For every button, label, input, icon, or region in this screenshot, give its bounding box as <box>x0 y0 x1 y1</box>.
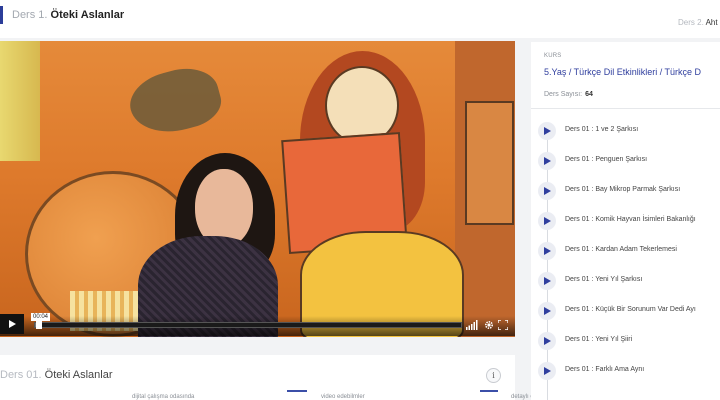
mural-leaf <box>123 60 227 142</box>
video-progress-knob[interactable] <box>36 321 43 329</box>
lesson-play-button[interactable] <box>538 182 556 200</box>
gear-icon <box>484 320 494 330</box>
lesson-play-button[interactable] <box>538 122 556 140</box>
lesson-list-item[interactable]: Ders 01 : Kardan Adam Tekerlemesi <box>538 242 720 260</box>
video-current-time: 00:04 <box>31 313 51 321</box>
lesson-prefix: Ders 01. <box>0 369 42 381</box>
video-progress-bar[interactable] <box>34 321 462 329</box>
lesson-play-button[interactable] <box>538 272 556 290</box>
lesson-list-item-label: Ders 01 : Farklı Ama Aynı <box>565 366 645 373</box>
volume-button[interactable] <box>466 319 478 331</box>
current-lesson-accent <box>0 6 3 24</box>
fullscreen-button[interactable] <box>497 319 509 331</box>
lesson-list-item-label: Ders 01 : Bay Mikrop Parmak Şarkısı <box>565 186 681 193</box>
next-lesson-link[interactable]: Ders 2. Aht <box>678 18 718 27</box>
lesson-title: Öteki Aslanlar <box>44 369 113 381</box>
lesson-list-item[interactable]: Ders 01 : Küçük Bir Sorunum Var Dedi Ayı <box>538 302 720 320</box>
lesson-list-item[interactable]: Ders 01 : Penguen Şarkısı <box>538 152 720 170</box>
current-lesson-title: Öteki Aslanlar <box>50 9 125 21</box>
play-icon <box>9 320 16 328</box>
course-panel-divider <box>531 108 720 109</box>
lesson-list-item-label: Ders 01 : Küçük Bir Sorunum Var Dedi Ayı <box>565 306 696 313</box>
lesson-list-item[interactable]: Ders 01 : Bay Mikrop Parmak Şarkısı <box>538 182 720 200</box>
settings-button[interactable] <box>483 319 495 331</box>
lesson-play-button[interactable] <box>538 362 556 380</box>
play-icon <box>543 157 551 165</box>
play-icon <box>543 127 551 135</box>
lesson-list-item-label: Ders 01 : Kardan Adam Tekerlemesi <box>565 246 677 253</box>
lesson-list-item-label: Ders 01 : 1 ve 2 Şarkısı <box>565 126 639 133</box>
current-lesson-prefix: Ders 1. <box>12 9 48 21</box>
play-icon <box>543 277 551 285</box>
next-lesson-title: Aht <box>705 18 718 27</box>
play-icon <box>543 367 551 375</box>
lesson-heading: Ders 01. Öteki Aslanlar <box>0 369 113 381</box>
mural-window <box>0 41 40 161</box>
tab-underline-solutions <box>480 390 498 392</box>
lesson-list-item[interactable]: Ders 01 : Yeni Yıl Şarkısı <box>538 272 720 290</box>
lesson-list-item-label: Ders 01 : Penguen Şarkısı <box>565 156 648 163</box>
volume-bars-icon <box>466 320 478 330</box>
video-player[interactable] <box>0 41 515 337</box>
lesson-list-item-label: Ders 01 : Yeni Yıl Şarkısı <box>565 276 643 283</box>
lesson-play-button[interactable] <box>538 302 556 320</box>
lesson-list-item[interactable]: Ders 01 : 1 ve 2 Şarkısı <box>538 122 720 140</box>
lesson-track-line <box>547 132 548 400</box>
fullscreen-icon <box>498 320 508 330</box>
lesson-count: Ders Sayısı: 64 <box>544 91 593 98</box>
current-lesson-heading: Ders 1. Öteki Aslanlar <box>12 9 124 21</box>
play-icon <box>543 307 551 315</box>
lesson-list-item-label: Ders 01 : Komik Hayvan İsimleri Bakanlığ… <box>565 216 696 223</box>
tab-underline-video <box>287 390 307 392</box>
lesson-list-item[interactable]: Ders 01 : Farklı Ama Aynı <box>538 362 720 380</box>
play-icon <box>543 337 551 345</box>
lesson-count-label: Ders Sayısı: <box>544 91 583 98</box>
lesson-list-item[interactable]: Ders 01 : Yeni Yıl Şiiri <box>538 332 720 350</box>
lesson-list-item[interactable]: Ders 01 : Komik Hayvan İsimleri Bakanlığ… <box>538 212 720 230</box>
course-label: KURS <box>544 53 562 59</box>
lesson-count-value: 64 <box>585 91 593 98</box>
lesson-play-button[interactable] <box>538 242 556 260</box>
lesson-play-button[interactable] <box>538 212 556 230</box>
video-play-button[interactable] <box>0 314 24 334</box>
mural-letter-block <box>465 101 514 225</box>
info-icon[interactable]: i <box>486 368 501 383</box>
lesson-play-button[interactable] <box>538 152 556 170</box>
play-icon <box>543 247 551 255</box>
course-title[interactable]: 5.Yaş / Türkçe Dil Etkinlikleri / Türkçe… <box>544 67 701 77</box>
next-lesson-prefix: Ders 2. <box>678 18 704 27</box>
lesson-play-button[interactable] <box>538 332 556 350</box>
lesson-list-item-label: Ders 01 : Yeni Yıl Şiiri <box>565 336 633 343</box>
tab-digital-workroom[interactable]: dijital çalışma odasında <box>132 394 194 400</box>
play-icon <box>543 187 551 195</box>
play-icon <box>543 217 551 225</box>
tab-video[interactable]: video edebilmler <box>321 394 365 400</box>
